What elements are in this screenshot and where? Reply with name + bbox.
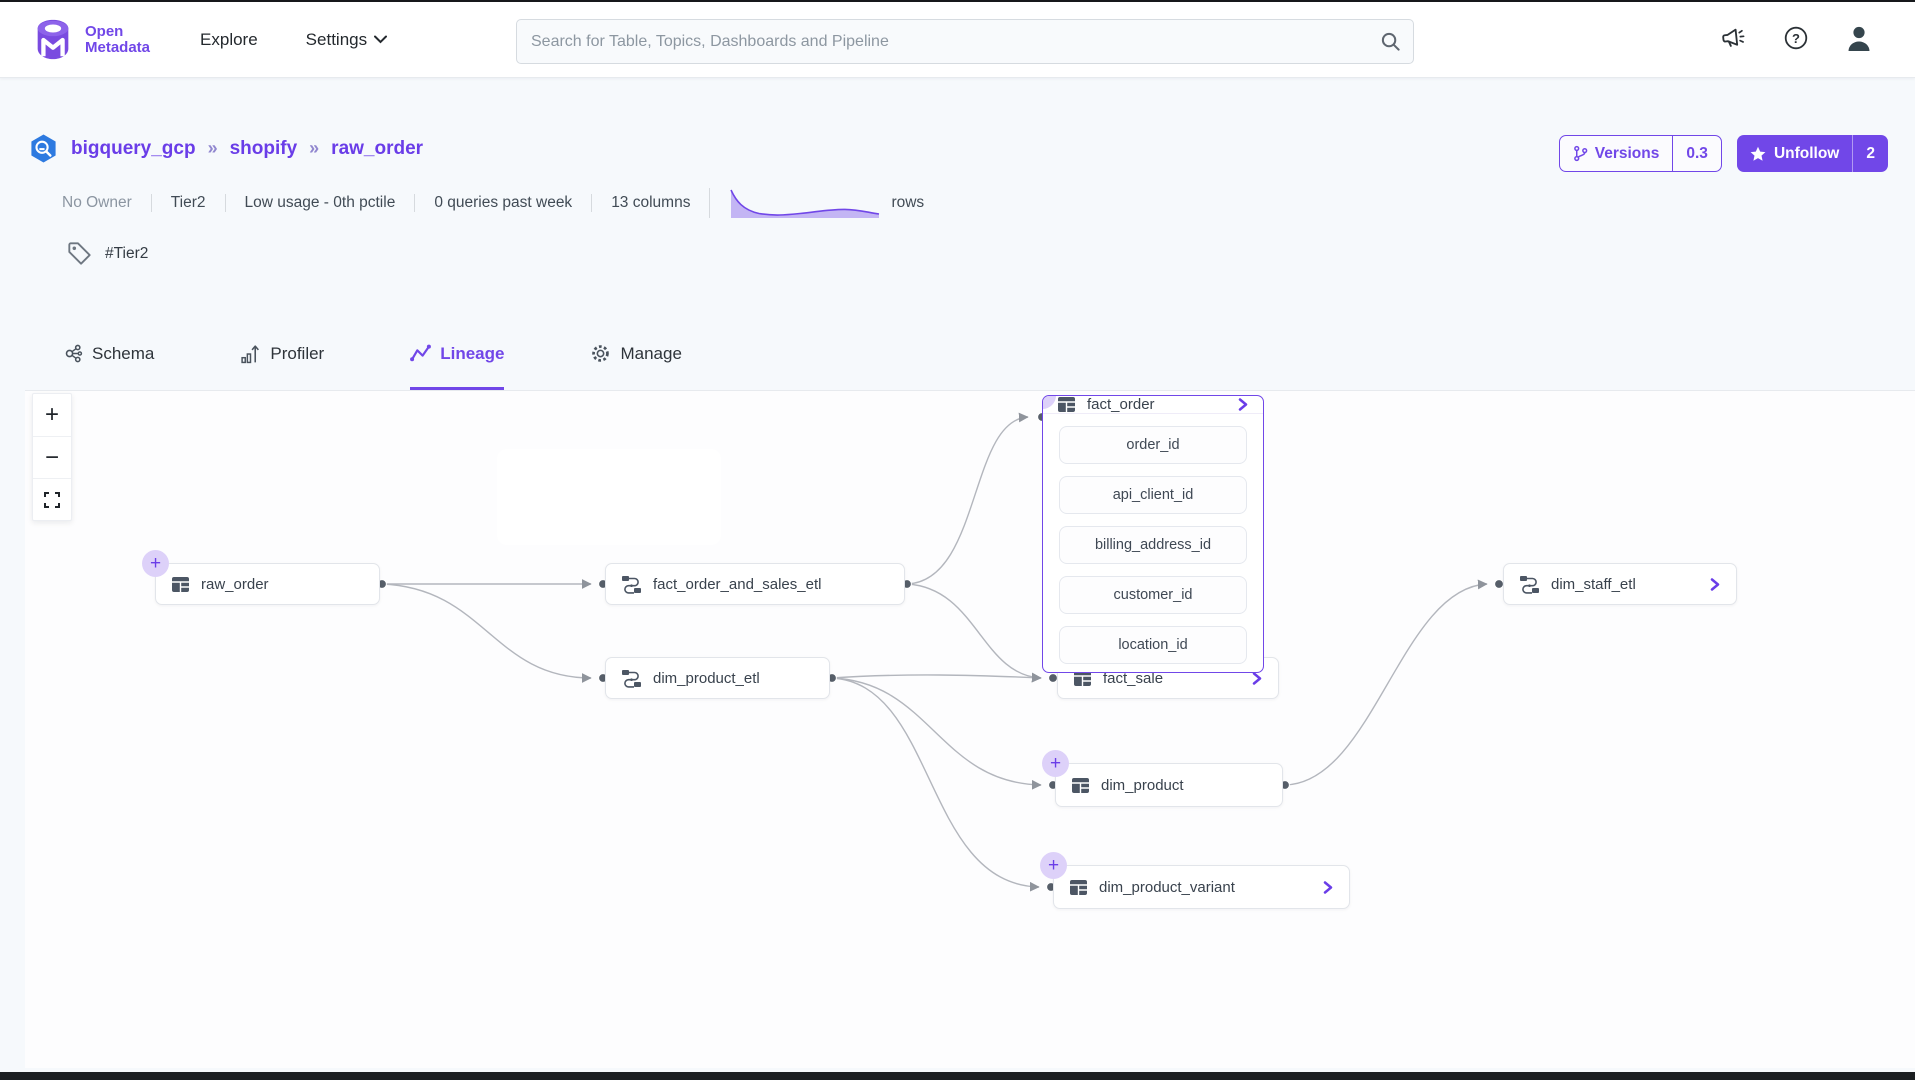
versions-button[interactable]: Versions 0.3 (1559, 135, 1722, 172)
tab-manage[interactable]: Manage (590, 343, 681, 390)
node-label: dim_staff_etl (1551, 576, 1636, 593)
pipeline-icon (1519, 575, 1540, 594)
lineage-canvas[interactable]: + − + raw_order fact_order_and_sales_etl (25, 390, 1915, 1068)
tab-lineage[interactable]: Lineage (410, 343, 504, 390)
expand-upstream-button[interactable]: + (142, 550, 169, 577)
nav-settings[interactable]: Settings (306, 30, 387, 50)
node-label: dim_product_etl (653, 670, 760, 687)
logo-wordmark: Open Metadata (85, 24, 150, 56)
rows-label: rows (891, 194, 924, 212)
column-pill[interactable]: api_client_id (1059, 476, 1247, 514)
node-label: dim_product_variant (1099, 879, 1235, 896)
unfollow-label: Unfollow (1774, 145, 1839, 163)
expand-columns-chevron[interactable] (1251, 672, 1263, 685)
schema-icon (62, 343, 83, 364)
follower-count: 2 (1852, 135, 1888, 172)
app-logo[interactable]: Open Metadata (30, 17, 150, 63)
table-icon (171, 576, 190, 593)
node-label: fact_order_and_sales_etl (653, 576, 821, 593)
table-icon (1069, 879, 1088, 896)
star-icon (1750, 146, 1766, 162)
search-icon[interactable] (1367, 31, 1413, 52)
unfollow-button[interactable]: Unfollow 2 (1737, 135, 1888, 172)
column-pill[interactable]: order_id (1059, 426, 1247, 464)
pipeline-icon (621, 669, 642, 688)
version-number: 0.3 (1672, 136, 1721, 171)
pipeline-icon (621, 575, 642, 594)
entity-meta-row: No Owner Tier2 Low usage - 0th pctile 0 … (62, 183, 943, 223)
rows-sparkline (729, 188, 881, 218)
breadcrumb-separator: » (208, 138, 218, 159)
node-label: dim_product (1101, 777, 1184, 794)
columns-label: 13 columns (591, 194, 709, 212)
openmetadata-logo-icon (30, 17, 76, 63)
window-bottom-edge (0, 1072, 1915, 1080)
zoom-out-button[interactable]: − (33, 436, 71, 478)
search-input[interactable] (517, 20, 1367, 63)
versions-label: Versions (1595, 145, 1660, 163)
canvas-controls: + − (32, 393, 72, 521)
breadcrumb: bigquery_gcp » shopify » raw_order (28, 133, 423, 164)
lineage-icon (410, 343, 431, 364)
column-list: order_id api_client_id billing_address_i… (1043, 414, 1263, 673)
profiler-icon (240, 343, 261, 364)
table-icon (1057, 396, 1076, 413)
nav-explore[interactable]: Explore (200, 30, 258, 50)
fit-view-button[interactable] (33, 478, 71, 520)
usage-label: Low usage - 0th pctile (225, 194, 415, 212)
fit-view-icon (43, 491, 61, 509)
zoom-in-button[interactable]: + (33, 394, 71, 436)
help-icon[interactable]: ? (1783, 25, 1809, 56)
expand-columns-chevron[interactable] (1709, 578, 1721, 591)
lineage-node-fact-order[interactable]: − fact_order order_id api_client_id bill… (1042, 395, 1264, 673)
bigquery-service-icon (28, 133, 59, 164)
entity-tabs: Schema Profiler Lineage Manage (62, 309, 1915, 390)
chevron-down-icon (374, 35, 387, 44)
version-branch-icon (1573, 145, 1588, 162)
node-label: fact_order (1087, 396, 1155, 413)
tier-label: Tier2 (151, 194, 225, 212)
global-search (516, 19, 1414, 64)
expand-downstream-button[interactable]: + (1042, 750, 1069, 777)
lineage-edges (25, 391, 1915, 1068)
lineage-node-raw-order[interactable]: + raw_order (155, 563, 380, 605)
column-pill[interactable]: billing_address_id (1059, 526, 1247, 564)
breadcrumb-separator: » (309, 138, 319, 159)
queries-label: 0 queries past week (414, 194, 591, 212)
breadcrumb-service[interactable]: bigquery_gcp (71, 138, 196, 160)
lineage-node-dim-product-variant[interactable]: + dim_product_variant (1053, 865, 1350, 909)
svg-text:?: ? (1792, 31, 1800, 46)
breadcrumb-table[interactable]: raw_order (331, 138, 423, 160)
gear-icon (590, 343, 611, 364)
top-nav: Open Metadata Explore Settings (0, 2, 1915, 78)
owner-label: No Owner (62, 194, 151, 212)
tag-icon (66, 240, 93, 267)
window-top-edge (0, 0, 1915, 2)
expand-downstream-button[interactable]: + (1040, 852, 1067, 879)
lineage-node-dim-staff-etl[interactable]: dim_staff_etl (1503, 563, 1737, 605)
expand-columns-chevron[interactable] (1322, 881, 1334, 894)
announcements-icon[interactable] (1719, 23, 1748, 57)
table-icon (1071, 777, 1090, 794)
column-pill[interactable]: customer_id (1059, 576, 1247, 614)
node-label: raw_order (201, 576, 269, 593)
lineage-node-fact-order-and-sales-etl[interactable]: fact_order_and_sales_etl (605, 563, 905, 605)
user-avatar[interactable] (1845, 24, 1873, 57)
collapse-columns-chevron[interactable] (1237, 398, 1249, 411)
tab-schema[interactable]: Schema (62, 343, 154, 390)
lineage-node-dim-product[interactable]: + dim_product (1055, 763, 1283, 807)
lineage-node-dim-product-etl[interactable]: dim_product_etl (605, 657, 830, 699)
breadcrumb-schema[interactable]: shopify (230, 138, 298, 160)
tab-profiler[interactable]: Profiler (240, 343, 324, 390)
tier-tag[interactable]: #Tier2 (105, 245, 148, 263)
column-pill[interactable]: location_id (1059, 626, 1247, 664)
